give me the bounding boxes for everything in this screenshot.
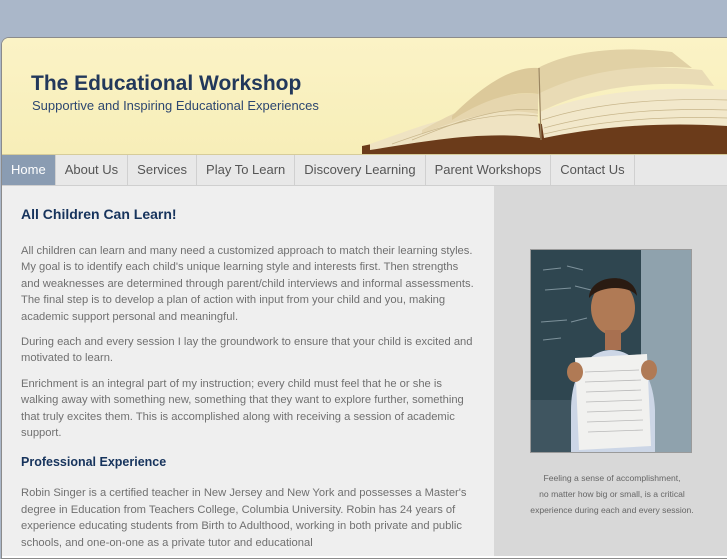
open-book-image [362, 49, 727, 154]
site-title[interactable]: The Educational Workshop [31, 72, 301, 96]
caption-line: experience during each and every session… [530, 505, 694, 516]
nav-home[interactable]: Home [2, 155, 56, 185]
site-header: The Educational Workshop Supportive and … [2, 38, 727, 155]
nav-contact-us[interactable]: Contact Us [551, 155, 635, 185]
intro-paragraph: All children can learn and many need a c… [21, 245, 474, 323]
page-heading: All Children Can Learn! [21, 206, 177, 222]
content-area: All Children Can Learn! All children can… [2, 186, 727, 556]
site-tagline: Supportive and Inspiring Educational Exp… [32, 98, 319, 113]
student-photo [530, 249, 692, 453]
experience-paragraph: Robin Singer is a certified teacher in N… [21, 487, 467, 549]
photo-caption: Feeling a sense of accomplishment, no ma… [512, 470, 712, 519]
main-column: All Children Can Learn! All children can… [2, 186, 494, 556]
nav-discovery-learning[interactable]: Discovery Learning [295, 155, 426, 185]
enrichment-paragraph: Enrichment is an integral part of my ins… [21, 377, 464, 440]
sidebar: Feeling a sense of accomplishment, no ma… [494, 186, 727, 556]
experience-heading: Professional Experience [21, 455, 167, 470]
nav-parent-workshops[interactable]: Parent Workshops [426, 155, 552, 185]
main-nav: Home About Us Services Play To Learn Dis… [2, 155, 727, 186]
page-container: The Educational Workshop Supportive and … [1, 37, 727, 559]
nav-about-us[interactable]: About Us [56, 155, 129, 185]
nav-play-to-learn[interactable]: Play To Learn [197, 155, 296, 185]
session-paragraph: During each and every session I lay the … [21, 336, 473, 365]
nav-services[interactable]: Services [128, 155, 198, 185]
caption-line: Feeling a sense of accomplishment, [543, 473, 681, 483]
caption-line: no matter how big or small, is a critica… [539, 489, 685, 500]
